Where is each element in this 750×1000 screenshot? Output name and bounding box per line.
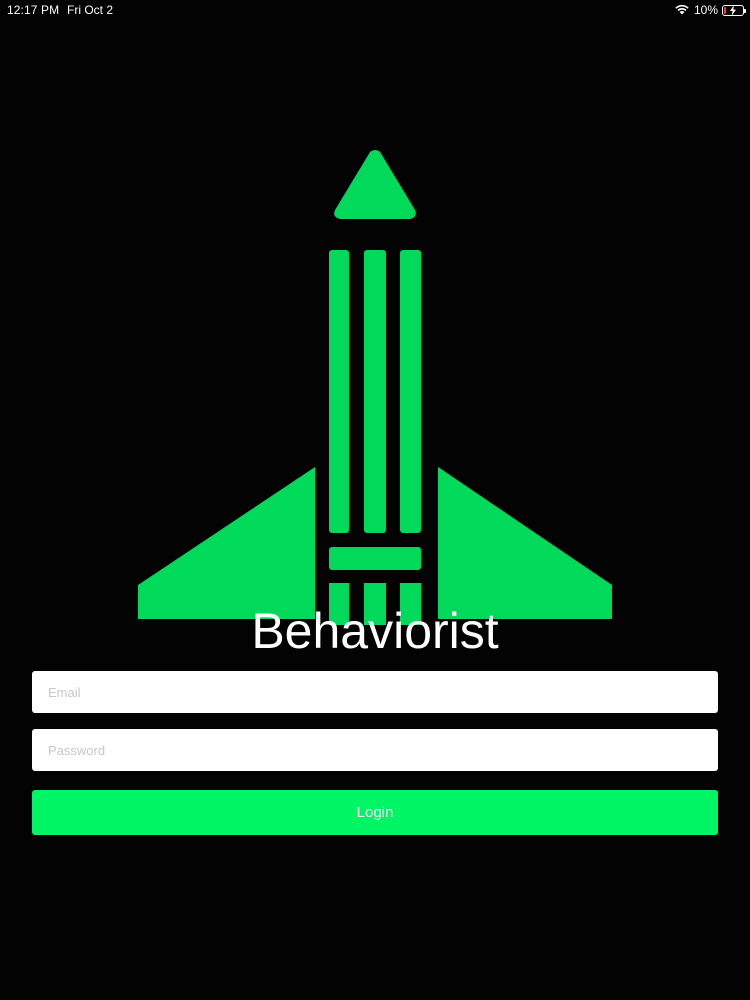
logo-crossband [329, 547, 421, 570]
logo-left-wing [138, 467, 315, 619]
logo-bar-right [400, 250, 421, 533]
logo-bar-left [329, 250, 349, 533]
battery-nub [744, 8, 746, 13]
password-field[interactable] [32, 729, 718, 771]
login-button[interactable]: Login [32, 790, 718, 835]
status-date: Fri Oct 2 [67, 3, 114, 17]
battery-level-fill [724, 6, 726, 14]
logo-bar-middle [364, 250, 386, 533]
logo-right-wing [438, 467, 612, 619]
wifi-icon [674, 3, 690, 18]
login-screen: 12:17 PM Fri Oct 2 10% Behaviorist Email… [0, 0, 750, 1000]
status-indicators: 10% [674, 2, 746, 18]
battery-icon [722, 4, 746, 16]
app-title: Behaviorist [251, 603, 499, 659]
pencil-rocket-logo [138, 150, 612, 625]
status-time: 12:17 PM [7, 3, 60, 17]
status-bar: 12:17 PM Fri Oct 2 10% [0, 0, 750, 20]
email-field[interactable] [32, 671, 718, 713]
charging-bolt-icon [730, 4, 736, 16]
logo-tip [334, 150, 416, 219]
battery-percentage: 10% [693, 3, 718, 17]
